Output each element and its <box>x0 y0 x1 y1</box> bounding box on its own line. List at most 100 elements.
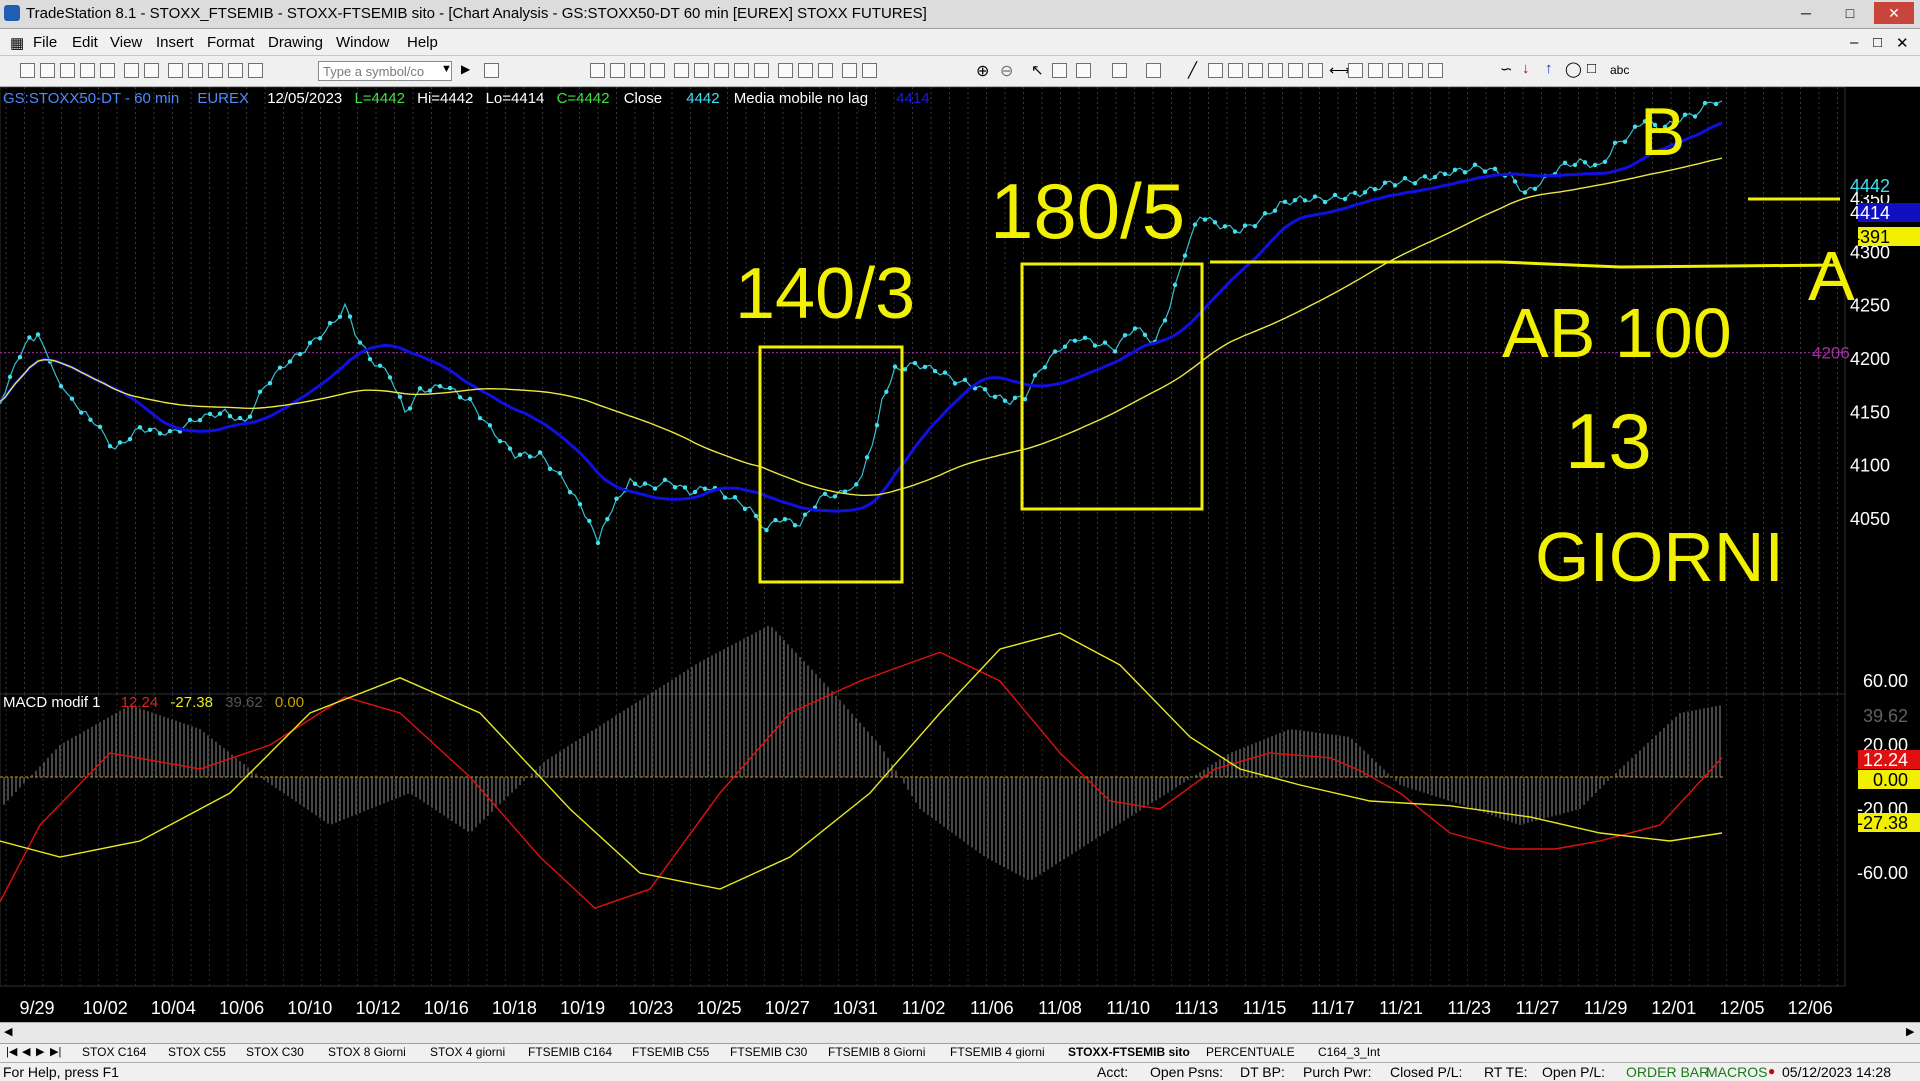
horizontal-lines-icon[interactable] <box>1228 63 1243 78</box>
horizontal-scrollbar[interactable]: ◀ ▶ <box>0 1022 1920 1043</box>
vertical-lines-icon[interactable] <box>1208 63 1223 78</box>
account-icon[interactable] <box>754 63 769 78</box>
chart-analysis-window[interactable]: 4206 4350 4300 4250 4200 4150 4100 4050 4442 4414… <box>0 87 1920 1047</box>
trendline-icon[interactable]: ╱ <box>1188 61 1197 79</box>
hand-icon[interactable] <box>1052 63 1067 78</box>
text-tool-icon[interactable]: abc <box>1610 63 1629 77</box>
bar-spacing-icon[interactable] <box>842 63 857 78</box>
layout-icon[interactable] <box>188 63 203 78</box>
radar-icon[interactable] <box>610 63 625 78</box>
symbol-lookup-icon[interactable] <box>484 63 499 78</box>
price-point <box>147 427 153 433</box>
tab-stoxx-ftsemib-sito[interactable]: STOXX-FTSEMIB sito <box>1068 1045 1190 1059</box>
open-icon[interactable] <box>40 63 55 78</box>
tab-stox-c30[interactable]: STOX C30 <box>246 1045 304 1059</box>
tab-nav-next-icon[interactable]: ▶ <box>36 1045 44 1058</box>
tab-nav-first-icon[interactable]: |◀ <box>6 1045 17 1058</box>
tab-ftsemib-c30[interactable]: FTSEMIB C30 <box>730 1045 807 1059</box>
regression-icon[interactable] <box>1368 63 1383 78</box>
tab-c164-3-int[interactable]: C164_3_Int <box>1318 1045 1380 1059</box>
tab-ftsemib-4-giorni[interactable]: FTSEMIB 4 giorni <box>950 1045 1045 1059</box>
network-icon[interactable] <box>248 63 263 78</box>
price-point <box>1592 162 1598 168</box>
save-icon[interactable] <box>60 63 75 78</box>
symbol-input[interactable]: Type a symbol/co <box>318 61 452 81</box>
lock-icon[interactable] <box>208 63 223 78</box>
tab-ftsemib-8-giorni[interactable]: FTSEMIB 8 Giorni <box>828 1045 925 1059</box>
price-tag: 4391 <box>1850 227 1890 247</box>
menu-help[interactable]: Help <box>407 34 438 51</box>
chevron-down-icon[interactable]: ▼ <box>441 63 452 75</box>
macros-indicator[interactable]: MACROS <box>1706 1064 1767 1080</box>
tab-stox-c164[interactable]: STOX C164 <box>82 1045 146 1059</box>
format-icon[interactable] <box>1076 63 1091 78</box>
workspace-icon[interactable] <box>228 63 243 78</box>
tab-stox-c55[interactable]: STOX C55 <box>168 1045 226 1059</box>
expert-icon[interactable] <box>1146 63 1161 78</box>
mdi-restore-button[interactable]: □ <box>1873 34 1882 51</box>
menu-view[interactable]: View <box>110 34 142 51</box>
ellipse-icon[interactable]: ◯ <box>1565 60 1582 78</box>
tab-percentuale[interactable]: PERCENTUALE <box>1206 1045 1295 1059</box>
chart-icon[interactable]: ▦ <box>10 34 24 52</box>
chart-window-icon[interactable] <box>590 63 605 78</box>
data-window-icon[interactable] <box>1112 63 1127 78</box>
print-preview-icon[interactable] <box>144 63 159 78</box>
fibonacci-icon[interactable] <box>1268 63 1283 78</box>
scale-icon[interactable] <box>818 63 833 78</box>
tab-ftsemib-c55[interactable]: FTSEMIB C55 <box>632 1045 709 1059</box>
menu-window[interactable]: Window <box>336 34 389 51</box>
mdi-close-button[interactable]: ✕ <box>1896 34 1909 52</box>
arrow-down-icon[interactable]: ↓ <box>1522 60 1530 77</box>
cycle-icon[interactable] <box>1388 63 1403 78</box>
tab-ftsemib-c164[interactable]: FTSEMIB C164 <box>528 1045 612 1059</box>
mdi-minimize-button[interactable]: – <box>1850 34 1858 51</box>
go-arrow-icon[interactable]: ▶ <box>461 62 470 76</box>
options-icon[interactable] <box>694 63 709 78</box>
freehand-icon[interactable] <box>1408 63 1423 78</box>
copy-icon[interactable] <box>80 63 95 78</box>
maximize-button[interactable]: □ <box>1830 2 1870 24</box>
price-point <box>1132 326 1138 331</box>
menu-edit[interactable]: Edit <box>72 34 98 51</box>
channel-icon[interactable] <box>1248 63 1263 78</box>
news-icon[interactable] <box>650 63 665 78</box>
menu-format[interactable]: Format <box>207 34 255 51</box>
scroll-right-icon[interactable]: ▶ <box>1906 1025 1914 1038</box>
zoom-in-icon[interactable]: ⊕ <box>976 61 989 81</box>
order-icon[interactable] <box>734 63 749 78</box>
new-icon[interactable] <box>20 63 35 78</box>
menu-drawing[interactable]: Drawing <box>268 34 323 51</box>
arrow-up-icon[interactable]: ↑ <box>1545 60 1553 77</box>
link-icon[interactable] <box>862 63 877 78</box>
paste-icon[interactable] <box>100 63 115 78</box>
menu-insert[interactable]: Insert <box>156 34 194 51</box>
gann-icon[interactable] <box>1288 63 1303 78</box>
scanner-icon[interactable] <box>674 63 689 78</box>
pointer-icon[interactable]: ↖ <box>1031 61 1044 79</box>
tab-stox-4-giorni[interactable]: STOX 4 giorni <box>430 1045 505 1059</box>
zoom-out-icon[interactable]: ⊖ <box>1000 61 1013 81</box>
close-button[interactable]: ✕ <box>1874 2 1914 24</box>
closed-pl-label: Closed P/L: <box>1390 1064 1463 1080</box>
rectangle-icon[interactable]: □ <box>1587 60 1596 77</box>
scroll-left-icon[interactable]: ◀ <box>4 1025 12 1038</box>
order-bar-indicator[interactable]: ORDER BAR <box>1626 1064 1709 1080</box>
chart-canvas[interactable]: 4206435043004250420041504100405044424414… <box>0 87 1920 1022</box>
portfolio-icon[interactable] <box>714 63 729 78</box>
tab-stox-8-giorni[interactable]: STOX 8 Giorni <box>328 1045 406 1059</box>
menu-file[interactable]: File <box>33 34 57 51</box>
window-icon[interactable] <box>168 63 183 78</box>
curve-icon[interactable]: ∽ <box>1500 60 1513 78</box>
andrews-pitchfork-icon[interactable] <box>1348 63 1363 78</box>
speed-lines-icon[interactable] <box>1308 63 1323 78</box>
matrix-icon[interactable] <box>630 63 645 78</box>
tab-nav-last-icon[interactable]: ▶| <box>50 1045 61 1058</box>
price-point <box>1512 179 1518 184</box>
strategy-icon[interactable] <box>798 63 813 78</box>
tab-nav-prev-icon[interactable]: ◀ <box>22 1045 30 1058</box>
pencil-icon[interactable] <box>1428 63 1443 78</box>
print-icon[interactable] <box>124 63 139 78</box>
minimize-button[interactable]: ─ <box>1786 2 1826 24</box>
indicator-icon[interactable] <box>778 63 793 78</box>
